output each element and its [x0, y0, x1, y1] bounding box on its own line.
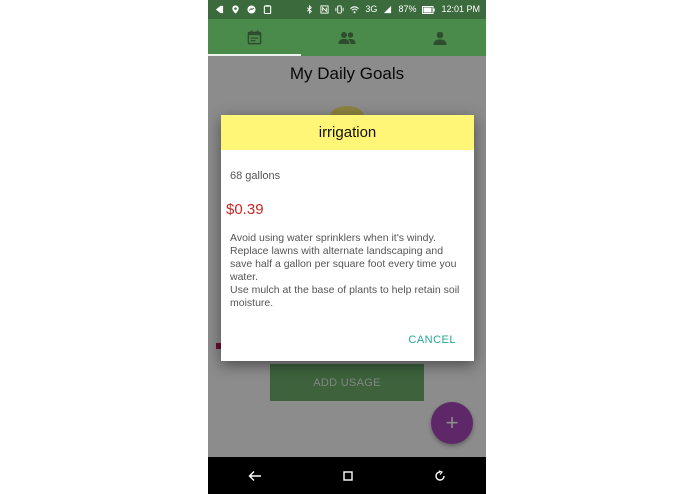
tab-bar [208, 19, 486, 56]
phone-screen: 3G 87% 12:01 PM My Daily Goals ADD USAGE… [208, 0, 486, 494]
person-icon [433, 31, 447, 45]
clock-suffix: PM [466, 4, 481, 14]
home-icon[interactable] [343, 470, 353, 481]
calendar-icon [247, 30, 262, 45]
vibrate-icon [335, 5, 344, 14]
dialog-title: irrigation [221, 115, 474, 150]
wifi-icon [350, 6, 360, 14]
clock: 12:01 PM [441, 5, 480, 14]
clipboard-icon [263, 5, 272, 14]
cancel-button[interactable]: CANCEL [408, 334, 456, 346]
location-icon [232, 5, 239, 14]
clock-time: 12:01 [441, 4, 464, 14]
group-icon [338, 31, 356, 44]
usage-cost: $0.39 [226, 201, 264, 218]
tab-calendar[interactable] [208, 19, 301, 56]
water-saving-tips: Avoid using water sprinklers when it's w… [230, 232, 464, 310]
usage-amount: 68 gallons [230, 170, 281, 182]
network-type-label: 3G [365, 4, 378, 14]
tab-group[interactable] [301, 19, 394, 56]
tip-text: Avoid using water sprinklers when it's w… [230, 232, 436, 244]
usage-dialog: irrigation 68 gallons $0.39 Avoid using … [221, 115, 474, 361]
battery-percent: 87% [398, 4, 417, 14]
tip-text: Use mulch at the base of plants to help … [230, 284, 460, 309]
screenshot-icon [215, 5, 224, 14]
recents-icon[interactable] [434, 469, 446, 482]
bluetooth-icon [307, 5, 313, 14]
navigation-bar [208, 457, 486, 494]
battery-icon [422, 5, 436, 14]
back-icon[interactable] [248, 470, 262, 482]
tab-profile[interactable] [393, 19, 486, 56]
tip-text: Replace lawns with alternate landscaping… [230, 245, 457, 283]
signal-icon [384, 5, 392, 14]
nfc-icon [320, 5, 329, 14]
messenger-icon [247, 5, 256, 14]
status-bar: 3G 87% 12:01 PM [208, 0, 486, 19]
